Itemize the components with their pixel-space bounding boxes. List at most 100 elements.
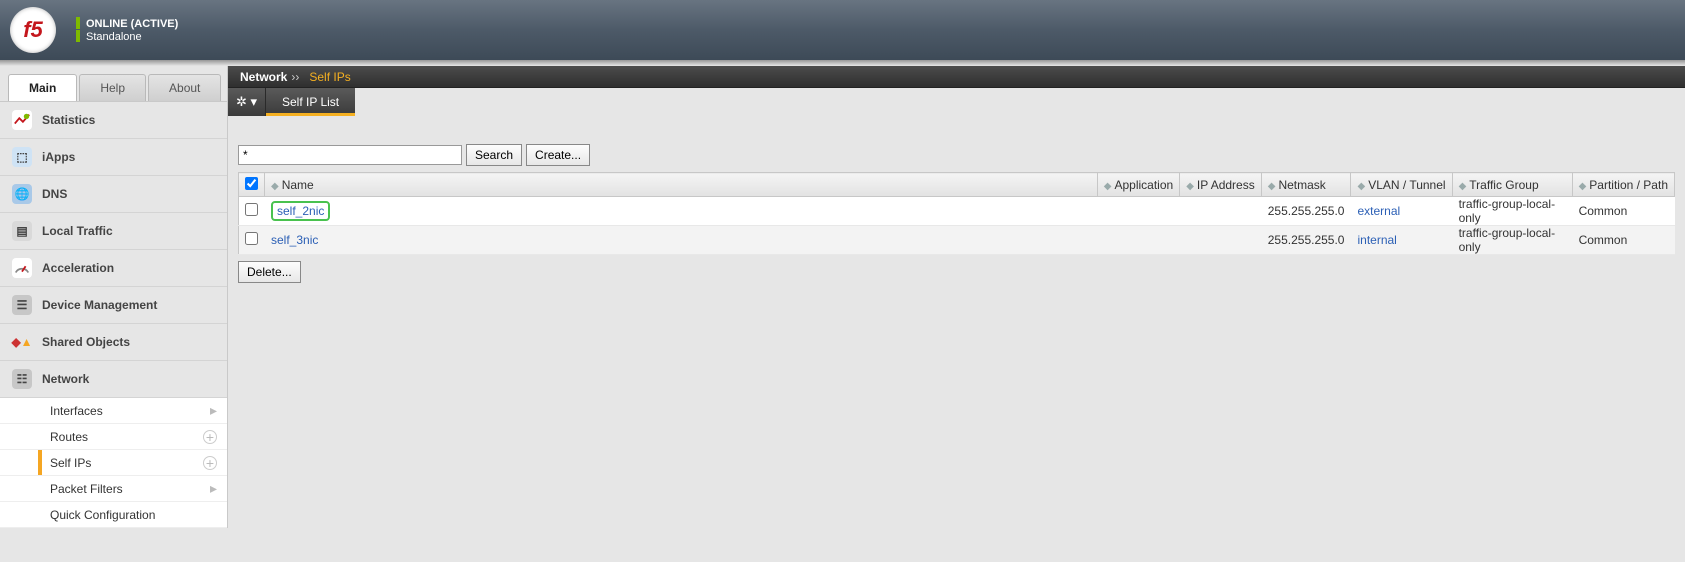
cell-partition: Common <box>1572 226 1674 255</box>
row-checkbox[interactable] <box>245 203 258 216</box>
nav-local-traffic[interactable]: ▤ Local Traffic <box>0 213 227 250</box>
cell-ip <box>1180 197 1262 226</box>
col-vlan[interactable]: ◆VLAN / Tunnel <box>1351 173 1452 197</box>
sort-icon: ◆ <box>1186 181 1194 192</box>
stack-icon: ☰ <box>12 295 32 315</box>
col-label: Traffic Group <box>1469 178 1538 192</box>
caret-right-icon: ▸ <box>210 402 217 419</box>
toolbar: Search Create... <box>238 144 1675 166</box>
cell-traffic-group: traffic-group-local-only <box>1452 197 1572 226</box>
col-label: VLAN / Tunnel <box>1368 178 1445 192</box>
left-panel: Main Help About Statistics ⬚ iApps 🌐 DNS… <box>0 66 228 528</box>
nav-statistics[interactable]: Statistics <box>0 102 227 139</box>
cell-traffic-group: traffic-group-local-only <box>1452 226 1572 255</box>
col-label: Name <box>282 178 314 192</box>
plus-icon[interactable]: + <box>203 456 217 470</box>
iapps-icon: ⬚ <box>12 147 32 167</box>
nav-shared-objects[interactable]: ◆▲ Shared Objects <box>0 324 227 361</box>
subtab-self-ip-list[interactable]: Self IP List <box>266 88 355 116</box>
self-ip-name-link[interactable]: self_3nic <box>271 233 318 247</box>
search-input[interactable] <box>238 145 462 165</box>
sort-icon: ◆ <box>1579 181 1587 192</box>
col-label: Netmask <box>1278 178 1325 192</box>
nav-iapps[interactable]: ⬚ iApps <box>0 139 227 176</box>
main-panel: Network ›› Self IPs ✲ ▾ Self IP List Sea… <box>228 66 1685 528</box>
top-bar: f5 ONLINE (ACTIVE) Standalone <box>0 0 1685 60</box>
status-block: ONLINE (ACTIVE) Standalone <box>76 17 178 43</box>
subnav-label: Packet Filters <box>50 482 123 496</box>
breadcrumb: Network ›› Self IPs <box>228 66 1685 88</box>
cell-ip <box>1180 226 1262 255</box>
subnav-self-ips[interactable]: Self IPs + <box>0 450 227 476</box>
sort-icon: ◆ <box>1104 181 1112 192</box>
subnav-label: Routes <box>50 430 88 444</box>
col-name[interactable]: ◆Name <box>265 173 1098 197</box>
subtab-row: ✲ ▾ Self IP List <box>228 88 1685 116</box>
create-button[interactable]: Create... <box>526 144 590 166</box>
col-ip[interactable]: ◆IP Address <box>1180 173 1262 197</box>
subnav-routes[interactable]: Routes + <box>0 424 227 450</box>
delete-button[interactable]: Delete... <box>238 261 301 283</box>
self-ip-table: ◆Name ◆Application ◆IP Address ◆Netmask … <box>238 172 1675 255</box>
gear-menu-button[interactable]: ✲ ▾ <box>228 88 266 116</box>
vlan-link[interactable]: external <box>1357 204 1400 218</box>
caret-right-icon: ▸ <box>210 480 217 497</box>
nav-label: Shared Objects <box>42 335 130 349</box>
chart-icon <box>12 110 32 130</box>
tab-help[interactable]: Help <box>79 74 146 101</box>
col-application[interactable]: ◆Application <box>1097 173 1179 197</box>
self-ip-name-link[interactable]: self_2nic <box>271 201 330 221</box>
table-row: self_3nic 255.255.255.0 internal traffic-gr… <box>239 226 1675 255</box>
tab-main[interactable]: Main <box>8 74 77 101</box>
col-label: IP Address <box>1197 178 1255 192</box>
select-all-checkbox[interactable] <box>245 177 258 190</box>
sort-icon: ◆ <box>1459 181 1467 192</box>
search-button[interactable]: Search <box>466 144 522 166</box>
nav-label: iApps <box>42 150 75 164</box>
shapes-icon: ◆▲ <box>12 332 32 352</box>
globe-icon: 🌐 <box>12 184 32 204</box>
nav-label: Device Management <box>42 298 157 312</box>
top-tabs: Main Help About <box>0 66 227 102</box>
cell-netmask: 255.255.255.0 <box>1261 197 1351 226</box>
subnav-quick-config[interactable]: Quick Configuration <box>0 502 227 528</box>
tab-about[interactable]: About <box>148 74 221 101</box>
cell-netmask: 255.255.255.0 <box>1261 226 1351 255</box>
breadcrumb-root: Network <box>240 70 287 84</box>
nav-device-management[interactable]: ☰ Device Management <box>0 287 227 324</box>
row-checkbox[interactable] <box>245 232 258 245</box>
col-partition[interactable]: ◆Partition / Path <box>1572 173 1674 197</box>
subnav-label: Interfaces <box>50 404 103 418</box>
nav-label: Acceleration <box>42 261 114 275</box>
subnav-packet-filters[interactable]: Packet Filters ▸ <box>0 476 227 502</box>
nav-acceleration[interactable]: Acceleration <box>0 250 227 287</box>
col-label: Application <box>1114 178 1173 192</box>
breadcrumb-leaf: Self IPs <box>309 70 350 84</box>
subnav-interfaces[interactable]: Interfaces ▸ <box>0 398 227 424</box>
status-standalone: Standalone <box>76 30 178 43</box>
network-icon: ☷ <box>12 369 32 389</box>
nav-label: Statistics <box>42 113 95 127</box>
table-row: self_2nic 255.255.255.0 external traffic-gr… <box>239 197 1675 226</box>
col-label: Partition / Path <box>1589 178 1668 192</box>
gauge-icon <box>12 258 32 278</box>
content-area: Search Create... ◆Name ◆Application ◆IP … <box>228 116 1685 293</box>
nav-network[interactable]: ☷ Network <box>0 361 227 398</box>
side-nav: Statistics ⬚ iApps 🌐 DNS ▤ Local Traffic… <box>0 102 227 528</box>
col-netmask[interactable]: ◆Netmask <box>1261 173 1351 197</box>
breadcrumb-sep-icon: ›› <box>291 70 299 84</box>
col-traffic-group[interactable]: ◆Traffic Group <box>1452 173 1572 197</box>
plus-icon[interactable]: + <box>203 430 217 444</box>
server-icon: ▤ <box>12 221 32 241</box>
sort-icon: ◆ <box>1357 181 1365 192</box>
subnav-label: Self IPs <box>50 456 91 470</box>
nav-dns[interactable]: 🌐 DNS <box>0 176 227 213</box>
nav-label: DNS <box>42 187 67 201</box>
network-subnav: Interfaces ▸ Routes + Self IPs + Packet … <box>0 398 227 528</box>
cell-application <box>1097 197 1179 226</box>
vlan-link[interactable]: internal <box>1357 233 1396 247</box>
sort-icon: ◆ <box>271 181 279 192</box>
sort-icon: ◆ <box>1268 181 1276 192</box>
cell-partition: Common <box>1572 197 1674 226</box>
col-checkbox <box>239 173 265 197</box>
